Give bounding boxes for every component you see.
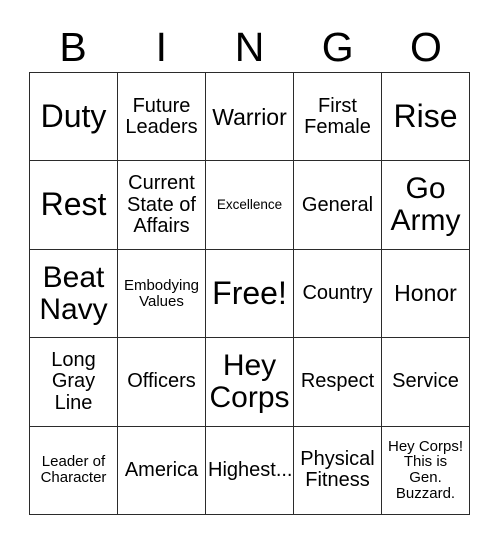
bingo-cell[interactable]: Go Army [382, 161, 470, 250]
bingo-row: Leader of Character America Highest... P… [30, 426, 470, 516]
bingo-cell[interactable]: America [118, 426, 206, 516]
bingo-cell-free[interactable]: Free! [206, 249, 294, 339]
bingo-cell-label: Rise [393, 97, 458, 134]
bingo-cell[interactable]: Rest [30, 161, 118, 250]
bingo-cell[interactable]: Current State of Affairs [118, 161, 206, 250]
bingo-cell-label: Country [302, 281, 373, 304]
bingo-cell[interactable]: Country [294, 249, 382, 339]
bingo-cell-label: Beat Navy [39, 260, 108, 326]
bingo-cell-label: First Female [304, 94, 371, 138]
bingo-cell-label: Embodying Values [123, 276, 200, 310]
bingo-cell[interactable]: Physical Fitness [294, 426, 382, 516]
bingo-cell[interactable]: Warrior [206, 73, 294, 162]
bingo-cell-label: Hey Corps! This is Gen. Buzzard. [387, 437, 464, 503]
bingo-cell-label: Current State of Affairs [127, 172, 196, 237]
bingo-cell[interactable]: Hey Corps [206, 338, 294, 427]
bingo-cell-label: Hey Corps [209, 349, 290, 414]
bingo-header-row: B I N G O [29, 22, 470, 72]
bingo-cell[interactable]: Officers [118, 338, 206, 427]
bingo-header-letter-n: N [234, 23, 265, 70]
bingo-cell-label: Service [392, 370, 459, 393]
bingo-header-letter-o: O [409, 23, 442, 70]
bingo-cell[interactable]: Hey Corps! This is Gen. Buzzard. [382, 426, 470, 516]
bingo-cell[interactable]: Future Leaders [118, 73, 206, 162]
bingo-cell-label: Excellence [216, 196, 283, 212]
bingo-cell[interactable]: Excellence [206, 161, 294, 250]
bingo-cell[interactable]: Honor [382, 249, 470, 339]
bingo-cell[interactable]: Service [382, 338, 470, 427]
bingo-cell[interactable]: Duty [30, 73, 118, 162]
bingo-card: B I N G O Duty Future Leaders Warrior Fi… [0, 0, 500, 544]
bingo-cell-label: Officers [127, 370, 196, 393]
bingo-row: Beat Navy Embodying Values Free! Country… [30, 249, 470, 339]
bingo-cell-label: General [301, 193, 374, 216]
bingo-cell[interactable]: Respect [294, 338, 382, 427]
bingo-cell[interactable]: Embodying Values [118, 249, 206, 339]
bingo-cell-label: America [124, 458, 199, 481]
bingo-cell-label: Respect [300, 370, 375, 393]
bingo-row: Rest Current State of Affairs Excellence… [30, 161, 470, 250]
bingo-row: Long Gray Line Officers Hey Corps Respec… [30, 338, 470, 427]
bingo-cell[interactable]: First Female [294, 73, 382, 162]
bingo-cell-label: Rest [40, 186, 107, 223]
bingo-cell-label: Highest... [208, 458, 293, 481]
bingo-cell[interactable]: Highest... [206, 426, 294, 516]
bingo-header-letter-i: I [155, 23, 167, 70]
bingo-cell-label: Free! [212, 274, 287, 311]
bingo-cell-label: Go Army [390, 172, 461, 238]
bingo-row: Duty Future Leaders Warrior First Female… [30, 73, 470, 162]
bingo-cell[interactable]: General [294, 161, 382, 250]
bingo-header-letter-g: G [321, 23, 354, 70]
bingo-cell[interactable]: Beat Navy [30, 249, 118, 339]
bingo-cell-label: Physical Fitness [300, 448, 375, 492]
bingo-cell[interactable]: Long Gray Line [30, 338, 118, 427]
bingo-cell-label: Long Gray Line [51, 349, 96, 414]
bingo-cell-label: Duty [40, 97, 107, 134]
bingo-cell-label: Honor [394, 280, 457, 307]
bingo-cell[interactable]: Leader of Character [30, 426, 118, 516]
bingo-cell-label: Future Leaders [125, 94, 198, 138]
bingo-header-letter-b: B [59, 23, 87, 70]
bingo-cell-label: Warrior [212, 103, 287, 130]
bingo-cell[interactable]: Rise [382, 73, 470, 162]
bingo-cell-label: Leader of Character [40, 453, 107, 487]
bingo-grid: Duty Future Leaders Warrior First Female… [29, 72, 470, 516]
